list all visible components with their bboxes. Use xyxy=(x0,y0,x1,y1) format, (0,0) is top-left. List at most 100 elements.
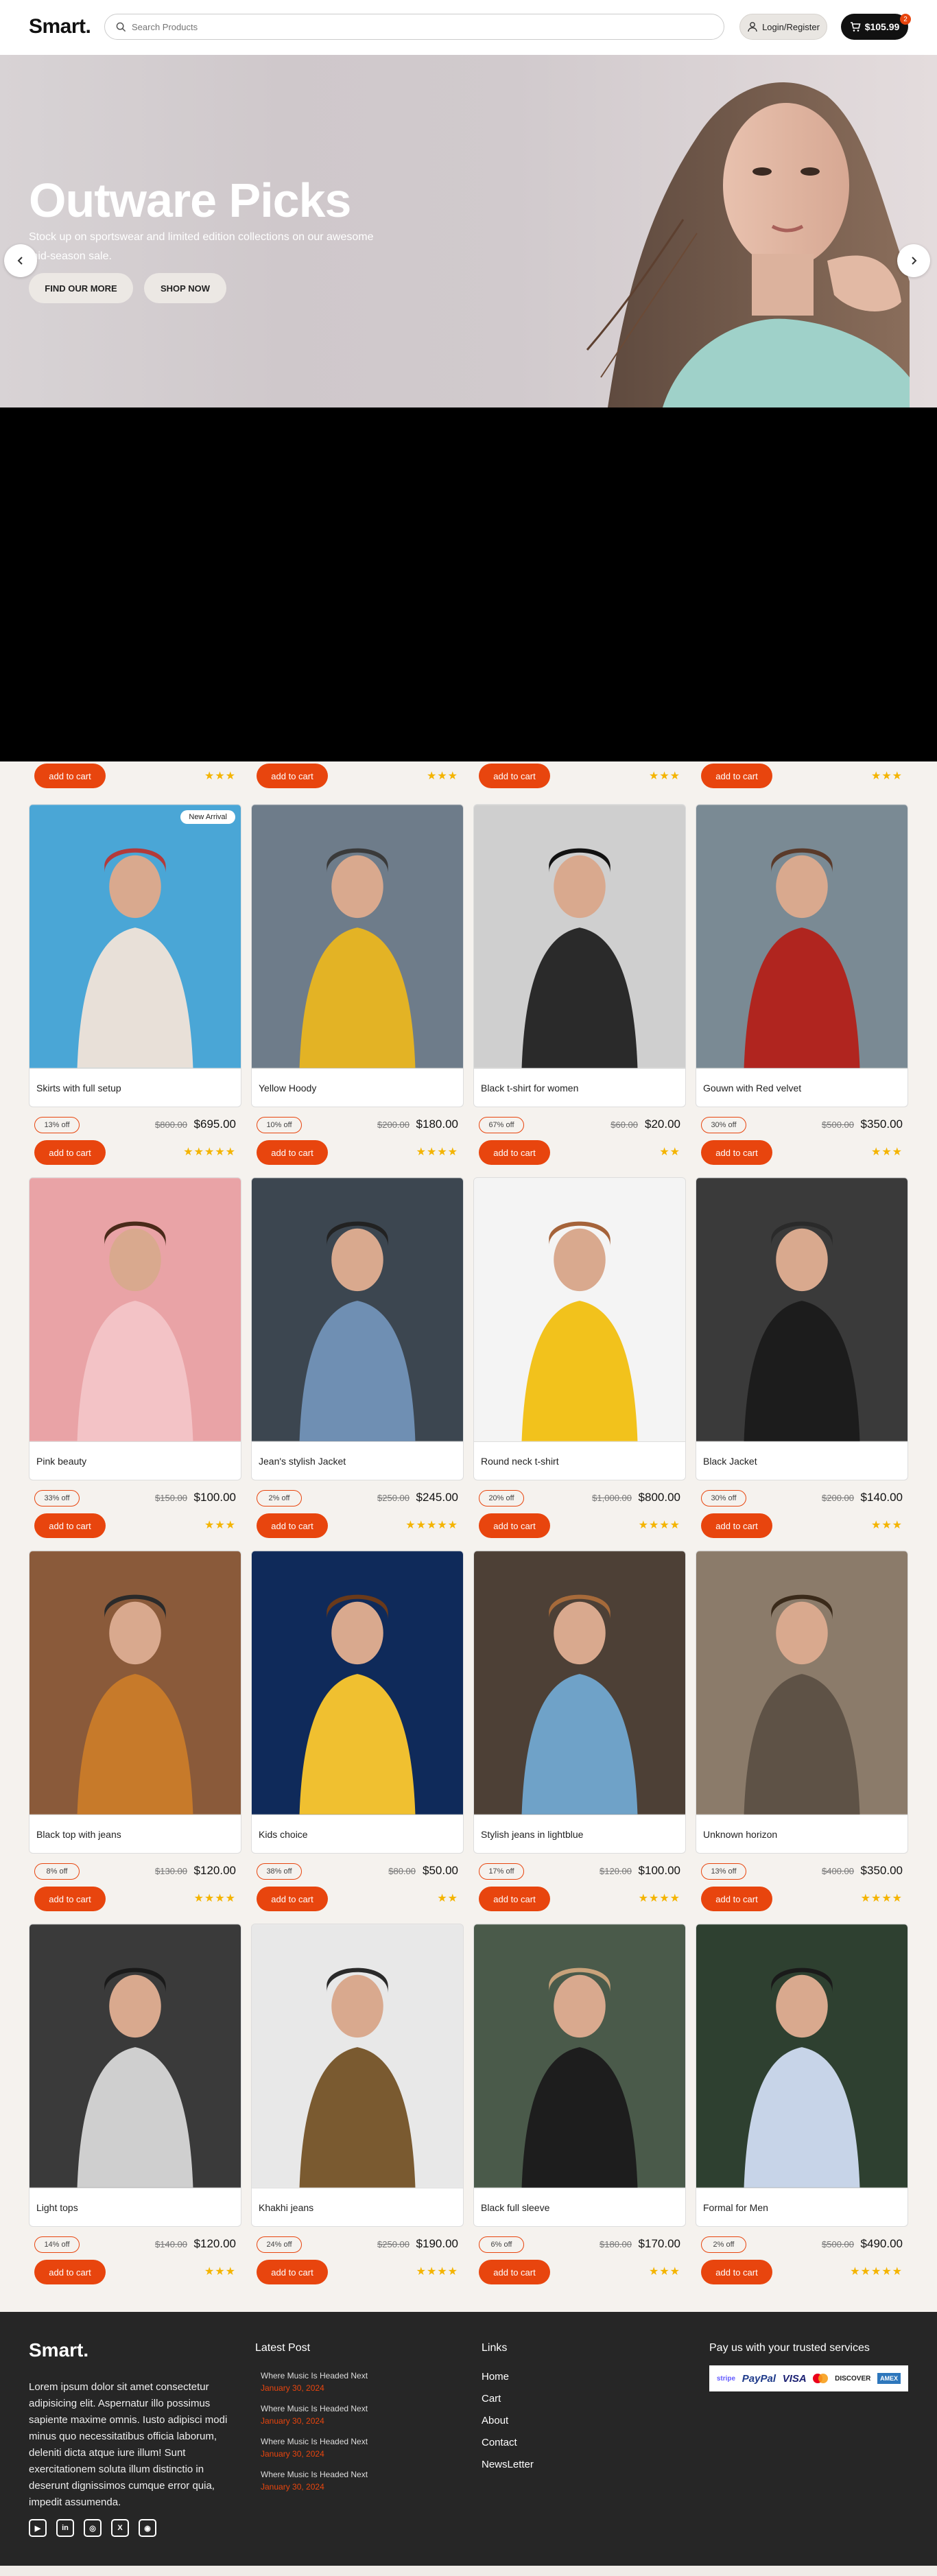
product-name[interactable]: Black t-shirt for women xyxy=(473,1069,686,1107)
product-card[interactable]: Black top with jeans 8% off $130.00 $120.00… xyxy=(29,1550,241,1913)
product-name[interactable]: Skirts with full setup xyxy=(29,1069,241,1107)
add-to-cart-button[interactable]: add to cart xyxy=(34,1513,106,1538)
search-input[interactable] xyxy=(132,21,680,32)
footer-link-newsletter[interactable]: NewsLetter xyxy=(482,2459,534,2470)
discount-pill: 17% off xyxy=(479,1863,524,1880)
product-image[interactable] xyxy=(473,1924,686,2188)
product-image[interactable] xyxy=(473,1177,686,1442)
product-name[interactable]: Pink beauty xyxy=(29,1442,241,1480)
product-card[interactable]: New Arrival Skirts with full setup 13% off… xyxy=(29,804,241,1166)
product-card[interactable]: Stylish jeans in lightblue 17% off $120.00… xyxy=(473,1550,686,1913)
footer-link-cart[interactable]: Cart xyxy=(482,2393,501,2404)
product-card[interactable]: Black Jacket 30% off $200.00 $140.00 add to … xyxy=(696,1177,908,1539)
product-name[interactable]: Khakhi jeans xyxy=(251,2188,464,2227)
product-photo xyxy=(474,1551,685,1815)
footer-link-contact[interactable]: Contact xyxy=(482,2437,517,2448)
product-card[interactable]: Unknown horizon 13% off $400.00 $350.00 add … xyxy=(696,1550,908,1913)
instagram-icon[interactable]: ◎ xyxy=(84,2519,102,2537)
github-icon[interactable]: ◉ xyxy=(139,2519,156,2537)
search-bar[interactable] xyxy=(104,14,724,40)
product-image[interactable] xyxy=(29,1550,241,1815)
product-card[interactable]: Kids choice 38% off $80.00 $50.00 add to car… xyxy=(251,1550,464,1913)
add-to-cart-button[interactable]: add to cart xyxy=(257,2260,328,2284)
product-name[interactable]: Kids choice xyxy=(251,1815,464,1854)
add-to-cart-button[interactable]: add to cart xyxy=(257,1513,328,1538)
shop-now-button[interactable]: SHOP NOW xyxy=(144,273,226,303)
rating-stars: ★★★ xyxy=(870,1146,903,1158)
product-name[interactable]: Yellow Hoody xyxy=(251,1069,464,1107)
product-image[interactable] xyxy=(696,1924,908,2188)
product-image[interactable] xyxy=(29,1924,241,2188)
add-to-cart-button[interactable]: add to cart xyxy=(479,1140,550,1165)
footer-post[interactable]: Where Music Is Headed Next January 30, 2… xyxy=(261,2370,368,2394)
discount-pill: 33% off xyxy=(34,1490,80,1506)
product-card[interactable]: Pink beauty 33% off $150.00 $100.00 add to c… xyxy=(29,1177,241,1539)
product-name[interactable]: Unknown horizon xyxy=(696,1815,908,1854)
find-out-more-button[interactable]: FIND OUR MORE xyxy=(29,273,133,303)
cart-button[interactable]: $105.99 xyxy=(841,14,908,40)
discount-pill: 2% off xyxy=(257,1490,302,1506)
carousel-next-button[interactable] xyxy=(897,244,930,277)
footer-link-home[interactable]: Home xyxy=(482,2371,509,2383)
product-card[interactable]: Formal for Men 2% off $500.00 $490.00 add to… xyxy=(696,1924,908,2286)
add-to-cart-button[interactable]: add to cart xyxy=(701,1140,772,1165)
product-name[interactable]: Gouwn with Red velvet xyxy=(696,1069,908,1107)
product-image[interactable] xyxy=(696,1177,908,1442)
add-to-cart-button[interactable]: add to cart xyxy=(479,1887,550,1911)
product-image[interactable] xyxy=(251,1550,464,1815)
footer-post[interactable]: Where Music Is Headed Next January 30, 2… xyxy=(261,2468,368,2493)
add-to-cart-button[interactable]: add to cart xyxy=(479,2260,550,2284)
add-to-cart-button[interactable]: add to cart xyxy=(34,2260,106,2284)
add-to-cart-button[interactable]: add to cart xyxy=(701,1887,772,1911)
discount-pill: 6% off xyxy=(479,2236,524,2253)
product-card[interactable]: Jean's stylish Jacket 2% off $250.00 $245.0… xyxy=(251,1177,464,1539)
product-image[interactable] xyxy=(696,1550,908,1815)
product-name[interactable]: Round neck t-shirt xyxy=(473,1442,686,1480)
add-to-cart-button[interactable]: add to cart xyxy=(257,764,328,788)
product-name[interactable]: Black top with jeans xyxy=(29,1815,241,1854)
add-to-cart-button[interactable]: add to cart xyxy=(479,764,550,788)
footer-link-about[interactable]: About xyxy=(482,2415,508,2426)
add-to-cart-button[interactable]: add to cart xyxy=(34,1887,106,1911)
footer-post[interactable]: Where Music Is Headed Next January 30, 2… xyxy=(261,2402,368,2427)
product-image[interactable] xyxy=(29,1177,241,1442)
add-to-cart-button[interactable]: add to cart xyxy=(701,2260,772,2284)
product-name[interactable]: Light tops xyxy=(29,2188,241,2227)
product-image[interactable] xyxy=(251,804,464,1069)
product-name[interactable]: Black Jacket xyxy=(696,1442,908,1480)
site-logo[interactable]: Smart. xyxy=(29,15,91,38)
product-image[interactable] xyxy=(473,804,686,1069)
product-card[interactable]: Light tops 14% off $140.00 $120.00 add to ca… xyxy=(29,1924,241,2286)
add-to-cart-button[interactable]: add to cart xyxy=(257,1140,328,1165)
product-card[interactable]: Black full sleeve 6% off $180.00 $170.00 add… xyxy=(473,1924,686,2286)
latest-post-title: Latest Post xyxy=(255,2342,311,2354)
product-card[interactable]: Yellow Hoody 10% off $200.00 $180.00 add to … xyxy=(251,804,464,1166)
product-name[interactable]: Black full sleeve xyxy=(473,2188,686,2227)
product-image[interactable] xyxy=(251,1924,464,2188)
linkedin-icon[interactable]: in xyxy=(56,2519,74,2537)
product-image[interactable] xyxy=(473,1550,686,1815)
add-to-cart-button[interactable]: add to cart xyxy=(701,1513,772,1538)
youtube-icon[interactable]: ▶ xyxy=(29,2519,47,2537)
product-image[interactable]: New Arrival xyxy=(29,804,241,1069)
x-twitter-icon[interactable]: X xyxy=(111,2519,129,2537)
product-image[interactable] xyxy=(696,804,908,1069)
add-to-cart-button[interactable]: add to cart xyxy=(257,1887,328,1911)
footer-post[interactable]: Where Music Is Headed Next January 30, 2… xyxy=(261,2435,368,2460)
add-to-cart-button[interactable]: add to cart xyxy=(479,1513,550,1538)
rating-stars: ★★★★ xyxy=(860,1893,903,1904)
product-card[interactable]: Khakhi jeans 24% off $250.00 $190.00 add to … xyxy=(251,1924,464,2286)
add-to-cart-button[interactable]: add to cart xyxy=(34,1140,106,1165)
product-name[interactable]: Stylish jeans in lightblue xyxy=(473,1815,686,1854)
add-to-cart-button[interactable]: add to cart xyxy=(34,764,106,788)
product-image[interactable] xyxy=(251,1177,464,1442)
carousel-prev-button[interactable] xyxy=(4,244,37,277)
product-name[interactable]: Formal for Men xyxy=(696,2188,908,2227)
product-name[interactable]: Jean's stylish Jacket xyxy=(251,1442,464,1480)
product-card[interactable]: Gouwn with Red velvet 30% off $500.00 $350.… xyxy=(696,804,908,1166)
footer-logo[interactable]: Smart. xyxy=(29,2339,88,2361)
product-card[interactable]: Black t-shirt for women 67% off $60.00 $20.… xyxy=(473,804,686,1166)
product-card[interactable]: Round neck t-shirt 20% off $1,000.00 $800.0… xyxy=(473,1177,686,1539)
add-to-cart-button[interactable]: add to cart xyxy=(701,764,772,788)
login-register-button[interactable]: Login/Register xyxy=(739,14,827,40)
